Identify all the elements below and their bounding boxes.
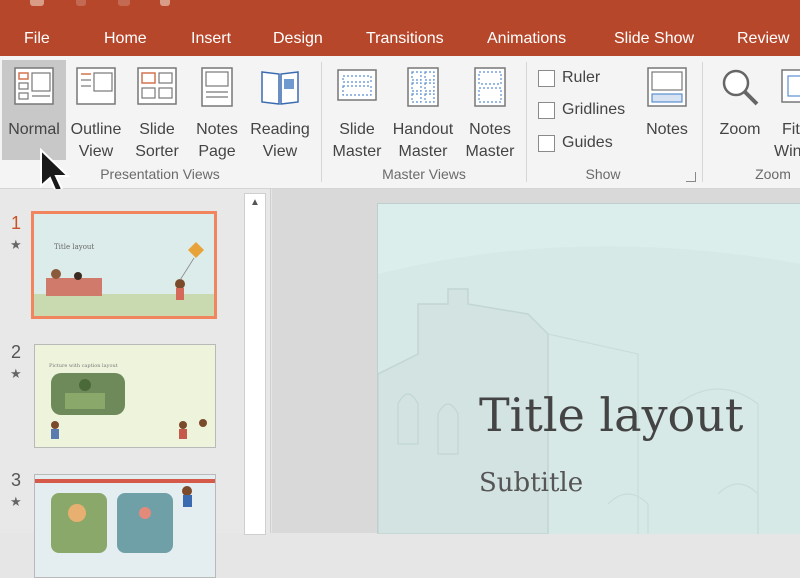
outline-view-label-1: Outline (70, 121, 122, 138)
slide-number: 1 (11, 213, 22, 233)
fit-label-2: Win (774, 143, 800, 160)
slide-background-illustration (378, 204, 800, 534)
fit-to-window-button[interactable]: Fit Win (774, 60, 800, 160)
slide-thumbnails-pane: 1 ★ Title layout 2 ★ Picture with captio… (0, 189, 271, 578)
handout-master-label-1: Handout (392, 121, 454, 138)
reading-view-icon (261, 71, 299, 105)
slide-sorter-button[interactable]: Slide Sorter (130, 60, 184, 160)
zoom-label: Zoom (719, 121, 761, 138)
handout-master-button[interactable]: Handout Master (388, 60, 458, 160)
group-label-master-views: Master Views (382, 166, 466, 182)
tab-transitions[interactable]: Transitions (366, 22, 444, 56)
group-label-zoom: Zoom (755, 166, 791, 182)
reading-view-button[interactable]: Reading View (248, 60, 312, 160)
notes-master-label-1: Notes (469, 121, 511, 138)
slide-number: 3 (11, 470, 22, 490)
thumbnails-scrollbar[interactable]: ▲ (244, 193, 266, 535)
gridlines-label: Gridlines (562, 101, 626, 118)
animation-star-icon: ★ (10, 237, 22, 252)
notes-button[interactable]: Notes (640, 60, 694, 160)
ribbon-divider (526, 62, 527, 182)
notes-master-label-2: Master (465, 143, 515, 160)
slide-thumbnail-3[interactable] (34, 474, 216, 578)
tab-design[interactable]: Design (273, 22, 323, 56)
notes-page-button[interactable]: Notes Page (190, 60, 244, 160)
tab-animations[interactable]: Animations (487, 22, 566, 56)
slide-master-icon (337, 69, 377, 101)
slide-thumbnail-1[interactable]: Title layout (31, 211, 217, 319)
magnifier-icon (722, 69, 759, 106)
ribbon: Normal Outline View Slide Sorter Notes P… (0, 56, 800, 189)
ribbon-divider (321, 62, 322, 182)
guides-label: Guides (562, 134, 613, 151)
ribbon-divider (702, 62, 703, 182)
start-slideshow-icon[interactable] (160, 0, 170, 6)
notes-master-icon (474, 67, 506, 107)
guides-checkbox[interactable]: Guides (538, 133, 638, 155)
slide-subtitle[interactable]: Subtitle (479, 468, 583, 498)
slide-editor: Title layout Subtitle (272, 189, 800, 534)
save-icon[interactable] (30, 0, 44, 6)
fit-label-1: Fit (782, 121, 800, 138)
slide-master-button[interactable]: Slide Master (330, 60, 384, 160)
tab-slide-show[interactable]: Slide Show (614, 22, 694, 56)
slide-thumbnail-2[interactable]: Picture with caption layout (34, 344, 216, 448)
slide-thumbnail-illustration: Picture with caption layout (35, 345, 215, 447)
slide-sorter-label-1: Slide (139, 121, 175, 138)
ruler-label: Ruler (562, 69, 601, 86)
checkbox-box[interactable] (538, 102, 555, 119)
tab-insert[interactable]: Insert (191, 22, 231, 56)
handout-master-label-2: Master (398, 143, 448, 160)
slide-master-label-1: Slide (339, 121, 375, 138)
group-label-presentation-views: Presentation Views (100, 166, 220, 182)
outline-view-button[interactable]: Outline View (68, 60, 124, 160)
notes-page-label-1: Notes (196, 121, 238, 138)
normal-view-label: Normal (8, 121, 60, 138)
current-slide[interactable]: Title layout Subtitle (377, 203, 800, 534)
slide-sorter-icon (137, 67, 177, 105)
thumbnail-title: Title layout (54, 243, 94, 251)
animation-star-icon: ★ (10, 494, 22, 509)
checkbox-box[interactable] (538, 135, 555, 152)
slide-sorter-label-2: Sorter (135, 143, 179, 160)
group-label-show: Show (585, 166, 621, 182)
tab-file[interactable]: File (24, 22, 50, 56)
notes-icon (647, 67, 687, 107)
title-bar (0, 0, 800, 22)
redo-icon[interactable] (118, 0, 130, 6)
notes-page-icon (201, 67, 233, 107)
outline-view-label-2: View (78, 143, 114, 160)
show-dialog-launcher-icon[interactable] (686, 172, 696, 182)
slide-title[interactable]: Title layout (479, 388, 743, 442)
notes-label: Notes (646, 121, 688, 138)
slide-thumbnail-illustration: Title layout (34, 214, 214, 316)
undo-icon[interactable] (76, 0, 86, 6)
fit-to-window-icon (781, 69, 800, 103)
outline-view-icon (76, 67, 116, 105)
notes-master-button[interactable]: Notes Master (462, 60, 518, 160)
notes-page-label-2: Page (198, 143, 236, 160)
slide-master-label-2: Master (332, 143, 382, 160)
reading-view-label-1: Reading (250, 121, 310, 138)
slide-number: 2 (11, 342, 22, 362)
thumbnail-title: Picture with caption layout (49, 363, 118, 369)
normal-view-icon (14, 67, 54, 105)
animation-star-icon: ★ (10, 366, 22, 381)
menu-tabs: File Home Insert Design Transitions Anim… (0, 22, 800, 56)
tab-review[interactable]: Review (737, 22, 789, 56)
zoom-button[interactable]: Zoom (712, 60, 768, 160)
ruler-checkbox[interactable]: Ruler (538, 68, 638, 90)
scroll-up-arrow-icon[interactable]: ▲ (245, 194, 265, 212)
handout-master-icon (407, 67, 439, 107)
tab-home[interactable]: Home (104, 22, 147, 56)
slide-thumbnail-illustration (35, 475, 215, 577)
gridlines-checkbox[interactable]: Gridlines (538, 100, 638, 122)
reading-view-label-2: View (262, 143, 298, 160)
checkbox-box[interactable] (538, 70, 555, 87)
normal-view-button[interactable]: Normal (2, 60, 66, 160)
